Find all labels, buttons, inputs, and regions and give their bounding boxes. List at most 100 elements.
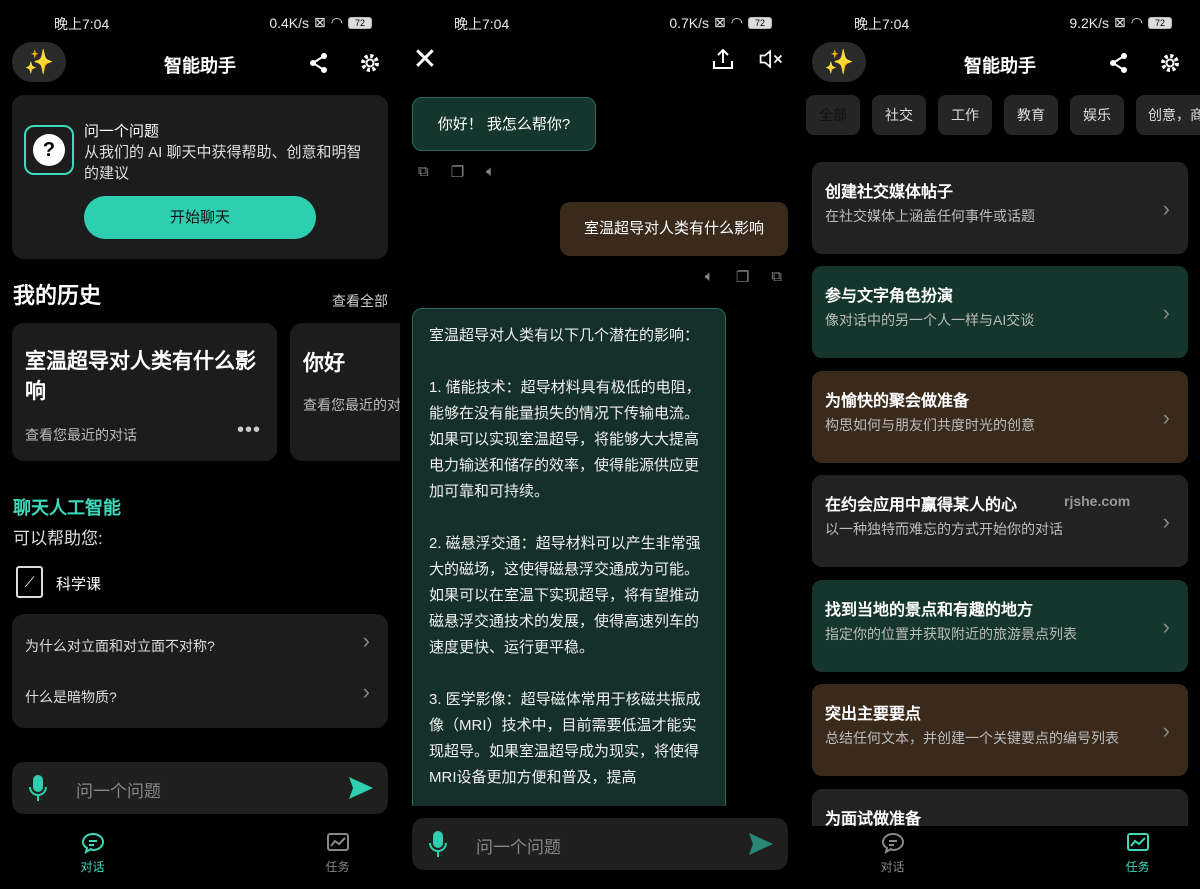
task-card[interactable]: 参与文字角色扮演 像对话中的另一个人一样与AI交谈 › <box>812 266 1188 358</box>
message-actions: 🔈︎ ❐ ⧉ <box>705 268 782 286</box>
battery-icon: 72 <box>1148 16 1172 29</box>
signal-icon: ⊠ <box>714 14 726 30</box>
tab-chat[interactable]: 对话 <box>800 817 1015 889</box>
task-card[interactable]: 在约会应用中赢得某人的心 以一种独特而难忘的方式开始你的对话 › rjshe.c… <box>812 475 1188 567</box>
tab-tasks-label: 任务 <box>325 859 350 874</box>
task-desc: 在社交媒体上涵盖任何事件或话题 <box>825 208 1035 224</box>
tab-chat[interactable]: 对话 <box>0 817 215 889</box>
start-chat-button[interactable]: 开始聊天 <box>84 196 316 239</box>
send-icon[interactable] <box>748 831 774 862</box>
chevron-right-icon: › <box>1162 614 1170 639</box>
battery-icon: 72 <box>748 16 772 29</box>
message-actions: ⧉ ❐ 🔈︎ <box>418 163 495 181</box>
question-item[interactable]: 什么是暗物质? › <box>12 671 388 728</box>
chart-icon <box>1126 832 1149 851</box>
answer-paragraph: 2. 磁悬浮交通：超导材料可以产生非常强大的磁场，这使得磁悬浮交通成为可能。如果… <box>429 535 701 656</box>
chat-input-bar[interactable]: 问一个问题 <box>12 762 388 814</box>
watermark: rjshe.com <box>1064 493 1131 509</box>
app-header: ✨ 智能助手 <box>800 40 1200 84</box>
chip-entertainment[interactable]: 娱乐 <box>1070 95 1124 135</box>
tab-tasks[interactable]: 任务 <box>1015 817 1200 889</box>
task-desc: 总结任何文本，并创建一个关键要点的编号列表 <box>825 730 1119 746</box>
task-card[interactable]: 创建社交媒体帖子 在社交媒体上涵盖任何事件或话题 › <box>812 162 1188 254</box>
tab-tasks[interactable]: 任务 <box>215 817 400 889</box>
close-icon[interactable]: ✕ <box>412 43 438 76</box>
chevron-right-icon: › <box>1162 509 1170 534</box>
chat-input[interactable]: 问一个问题 <box>76 777 161 802</box>
ask-card-title: 问一个问题 <box>84 123 160 140</box>
chip-education[interactable]: 教育 <box>1004 95 1058 135</box>
task-title: 突出主要要点 <box>825 706 922 723</box>
gear-icon[interactable] <box>1157 50 1183 76</box>
task-title: 在约会应用中赢得某人的心 <box>825 497 1018 514</box>
share-icon[interactable] <box>1106 50 1132 76</box>
task-desc: 像对话中的另一个人一样与AI交谈 <box>825 312 1035 328</box>
send-icon[interactable] <box>348 775 374 806</box>
task-desc: 以一种独特而难忘的方式开始你的对话 <box>825 521 1063 537</box>
history-card-sub: 查看您最近的对话 <box>25 427 137 443</box>
history-card[interactable]: 你好 查看您最近的对话 <box>290 323 400 461</box>
ai-answer: 室温超导对人类有以下几个潜在的影响： 1. 储能技术：超导材料具有极低的电阻，能… <box>412 308 726 818</box>
gear-icon[interactable] <box>357 50 383 76</box>
status-bar: 晚上7:04 0.7K/s ⊠ ◠ 72 <box>400 0 800 44</box>
ask-card: ? 问一个问题 从我们的 AI 聊天中获得帮助、创意和明智的建议 开始聊天 <box>12 95 388 259</box>
network-speed: 0.4K/s <box>269 14 310 31</box>
mute-icon[interactable] <box>758 46 784 72</box>
chat-input[interactable]: 问一个问题 <box>476 833 561 858</box>
chat-bubble-icon <box>81 832 104 854</box>
chevron-right-icon: › <box>362 628 370 653</box>
view-all-link[interactable]: 查看全部 <box>332 291 388 311</box>
app-header: ✨ 智能助手 <box>0 40 400 84</box>
tab-chat-label: 对话 <box>880 859 905 874</box>
task-title: 为愉快的聚会做准备 <box>825 393 970 410</box>
bottom-nav: 对话 任务 <box>800 817 1200 889</box>
copy-icon[interactable]: ❐ <box>451 163 464 181</box>
chat-ai-title: 聊天人工智能 <box>13 498 121 518</box>
task-card[interactable]: 找到当地的景点和有趣的地方 指定你的位置并获取附近的旅游景点列表 › <box>812 580 1188 672</box>
speaker-icon[interactable]: 🔈︎ <box>705 268 714 286</box>
status-bar: 晚上7:04 9.2K/s ⊠ ◠ 72 <box>800 0 1200 44</box>
battery-icon: 72 <box>348 16 372 29</box>
ask-card-desc: 从我们的 AI 聊天中获得帮助、创意和明智的建议 <box>84 144 362 182</box>
status-bar: 晚上7:04 0.4K/s ⊠ ◠ 72 <box>0 0 400 44</box>
page-title: 智能助手 <box>964 56 1036 76</box>
wifi-icon: ◠ <box>730 14 743 30</box>
tasks-screen: 晚上7:04 9.2K/s ⊠ ◠ 72 ✨ 智能助手 全部 社交 工作 教育 … <box>800 0 1200 889</box>
task-title: 参与文字角色扮演 <box>825 288 954 305</box>
chat-header: ✕ <box>400 40 800 84</box>
chat-bubble-icon <box>881 832 904 854</box>
answer-paragraph: 3. 医学影像：超导磁体常用于核磁共振成像（MRI）技术中，目前需要低温才能实现… <box>429 691 701 786</box>
chip-all[interactable]: 全部 <box>806 95 860 135</box>
question-text: 什么是暗物质? <box>25 689 117 705</box>
task-title: 创建社交媒体帖子 <box>825 184 954 201</box>
history-card-title: 你好 <box>303 352 345 375</box>
microphone-icon[interactable] <box>28 774 48 807</box>
history-title: 我的历史 <box>13 283 102 308</box>
topic-label: 科学课 <box>56 576 102 593</box>
share-icon[interactable] <box>306 50 332 76</box>
chip-work[interactable]: 工作 <box>938 95 992 135</box>
open-external-icon[interactable]: ⧉ <box>771 268 782 286</box>
question-item[interactable]: 为什么对立面和对立面不对称? › <box>12 614 388 671</box>
network-speed: 9.2K/s <box>1069 14 1110 31</box>
microphone-icon[interactable] <box>428 830 448 863</box>
answer-paragraph: 室温超导对人类有以下几个潜在的影响： <box>429 327 700 344</box>
network-speed: 0.7K/s <box>669 14 710 31</box>
status-time: 晚上7:04 <box>854 16 910 32</box>
more-icon[interactable]: ••• <box>237 419 261 442</box>
chip-social[interactable]: 社交 <box>872 95 926 135</box>
task-card[interactable]: 突出主要要点 总结任何文本，并创建一个关键要点的编号列表 › <box>812 684 1188 776</box>
page-title: 智能助手 <box>164 56 236 76</box>
task-card[interactable]: 为愉快的聚会做准备 构思如何与朋友们共度时光的创意 › <box>812 371 1188 463</box>
open-external-icon[interactable]: ⧉ <box>418 163 429 181</box>
history-card[interactable]: 室温超导对人类有什么影响 查看您最近的对话 ••• <box>12 323 277 461</box>
copy-icon[interactable]: ❐ <box>736 268 749 286</box>
tab-tasks-label: 任务 <box>1125 859 1150 874</box>
speaker-icon[interactable]: 🔈︎ <box>486 163 495 181</box>
upload-icon[interactable] <box>710 46 736 72</box>
chevron-right-icon: › <box>1162 405 1170 430</box>
chat-input-bar[interactable]: 问一个问题 <box>412 818 788 870</box>
chip-creative[interactable]: 创意，商 <box>1136 95 1200 135</box>
wifi-icon: ◠ <box>330 14 343 30</box>
history-card-title: 室温超导对人类有什么影响 <box>25 350 256 403</box>
